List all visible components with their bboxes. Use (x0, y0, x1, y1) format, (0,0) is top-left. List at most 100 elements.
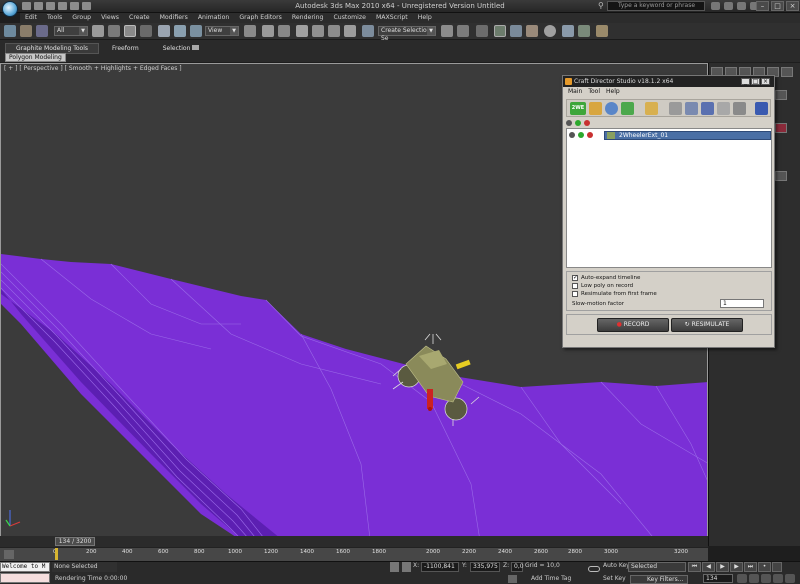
time-config-icon[interactable] (772, 562, 782, 572)
angle-snap-icon[interactable] (312, 25, 324, 37)
selection-filter-dropdown[interactable]: All ▼ (54, 26, 88, 36)
craft-row-label[interactable]: 2WheelerExt_01 (619, 131, 668, 140)
menu-modifiers[interactable]: Modifiers (155, 13, 193, 23)
menu-rendering[interactable]: Rendering (287, 13, 329, 23)
panel-option-icon[interactable] (775, 90, 787, 100)
render-setup-icon[interactable] (562, 25, 574, 37)
zoom-all-icon[interactable] (749, 574, 759, 583)
minimize-button[interactable]: – (756, 1, 769, 11)
lock-icon[interactable] (566, 120, 572, 126)
select-by-name-icon[interactable] (108, 25, 120, 37)
move-icon[interactable] (158, 25, 170, 37)
time-slider-handle[interactable]: 134 / 3200 (55, 537, 95, 546)
x-coordinate-field[interactable]: -1100,841 (421, 562, 459, 572)
reference-coord-dropdown[interactable]: View ▼ (205, 26, 239, 36)
maxscript-listener[interactable]: Welcome to M (0, 562, 50, 572)
mirror-icon[interactable] (441, 25, 453, 37)
graphite-toggle-icon[interactable] (494, 25, 506, 37)
low-poly-checkbox[interactable] (572, 283, 578, 289)
viewport-label[interactable]: [ + ] [ Perspective ] [ Smooth + Highlig… (4, 65, 182, 72)
named-selection-set-dropdown[interactable]: Create Selection Se ▼ (378, 26, 436, 42)
rotate-icon[interactable] (174, 25, 186, 37)
play-icon[interactable]: ▶ (716, 562, 729, 572)
slow-motion-input[interactable]: 1 (720, 299, 764, 308)
percent-snap-icon[interactable] (328, 25, 340, 37)
snaps-toggle-icon[interactable] (296, 25, 308, 37)
previous-frame-icon[interactable]: ◀ (702, 562, 715, 572)
unlink-icon[interactable] (20, 25, 32, 37)
cds-menu-tool[interactable]: Tool (588, 87, 600, 97)
auto-expand-checkbox[interactable]: ✓ (572, 275, 578, 281)
set-key-button[interactable]: Set Key (603, 575, 626, 582)
low-poly-option[interactable]: Low poly on record (572, 283, 633, 289)
key-filters-button[interactable]: Key Filters... (630, 575, 688, 584)
color-swatch[interactable] (775, 123, 787, 133)
cds-maximize-button[interactable]: □ (751, 78, 760, 85)
go-to-start-icon[interactable]: ⏮ (688, 562, 701, 572)
time-slider-track[interactable] (0, 536, 708, 547)
layer-manager-icon[interactable] (476, 25, 488, 37)
globe-icon[interactable] (605, 102, 618, 115)
align-icon[interactable] (457, 25, 469, 37)
menu-customize[interactable]: Customize (328, 13, 370, 23)
tab-polygon-modeling[interactable]: Polygon Modeling (5, 53, 66, 62)
copy-icon[interactable] (717, 102, 730, 115)
craft-list[interactable]: 2WheelerExt_01 (566, 128, 772, 268)
close-button[interactable]: × (786, 1, 799, 11)
menu-maxscript[interactable]: MAXScript (371, 13, 413, 23)
pan-icon[interactable] (773, 574, 783, 583)
green-status-icon[interactable] (575, 120, 581, 126)
panel-utility-icon[interactable] (775, 171, 787, 181)
absolute-mode-icon[interactable] (402, 562, 411, 572)
lock-selection-icon[interactable] (390, 562, 399, 572)
schematic-view-icon[interactable] (526, 25, 538, 37)
menu-group[interactable]: Group (67, 13, 96, 23)
render-production-icon[interactable] (596, 25, 608, 37)
utilities-tab-icon[interactable] (781, 67, 793, 77)
resimulate-button[interactable]: ↻ RESIMULATE (671, 318, 743, 332)
lock-icon[interactable] (569, 132, 575, 138)
bind-space-warp-icon[interactable] (36, 25, 48, 37)
open-folder-icon[interactable] (645, 102, 658, 115)
auto-expand-option[interactable]: ✓ Auto-expand timeline (572, 275, 640, 281)
tab-freeform[interactable]: Freeform (101, 43, 150, 54)
auto-key-button[interactable]: Auto Key (603, 562, 630, 569)
menu-graph-editors[interactable]: Graph Editors (234, 13, 286, 23)
curve-editor-icon[interactable] (510, 25, 522, 37)
go-to-end-icon[interactable]: ⏭ (744, 562, 757, 572)
select-object-icon[interactable] (92, 25, 104, 37)
mini-curve-editor-icon[interactable] (4, 550, 14, 559)
resimulate-checkbox[interactable] (572, 291, 578, 297)
orbit-icon[interactable] (761, 574, 771, 583)
material-editor-icon[interactable] (544, 25, 556, 37)
current-frame-marker[interactable] (55, 548, 58, 560)
rectangular-selection-icon[interactable] (124, 25, 136, 37)
cds-close-button[interactable]: × (761, 78, 770, 85)
cds-menu-help[interactable]: Help (606, 87, 620, 97)
subscription-icon[interactable] (711, 2, 720, 10)
wrench-icon[interactable] (669, 102, 682, 115)
menu-views[interactable]: Views (96, 13, 124, 23)
red-status-icon[interactable] (587, 132, 593, 138)
maximize-button[interactable]: □ (771, 1, 784, 11)
maximize-viewport-icon[interactable] (785, 574, 795, 583)
search-input[interactable]: Type a keyword or phrase (607, 1, 705, 11)
green-status-icon[interactable] (578, 132, 584, 138)
zoom-icon[interactable] (737, 574, 747, 583)
red-status-icon[interactable] (584, 120, 590, 126)
gamepad-icon[interactable] (685, 102, 698, 115)
favorites-star-icon[interactable] (737, 2, 746, 10)
menu-animation[interactable]: Animation (193, 13, 235, 23)
key-icon[interactable] (588, 566, 600, 572)
search-icon[interactable]: ⚲ (598, 1, 604, 10)
ribbon-minimize-icon[interactable] (192, 45, 199, 50)
select-manipulate-icon[interactable] (262, 25, 274, 37)
window-crossing-icon[interactable] (140, 25, 152, 37)
cds-menu-main[interactable]: Main (568, 87, 582, 97)
track-bar[interactable]: 0 200 400 600 800 1000 1200 1400 1600 18… (0, 547, 708, 561)
time-tag-icon[interactable] (508, 575, 517, 583)
current-frame-field[interactable]: 134 (703, 574, 733, 583)
help-cursor-icon[interactable] (755, 102, 768, 115)
menu-edit[interactable]: Edit (20, 13, 42, 23)
app-logo-icon[interactable] (2, 1, 18, 17)
